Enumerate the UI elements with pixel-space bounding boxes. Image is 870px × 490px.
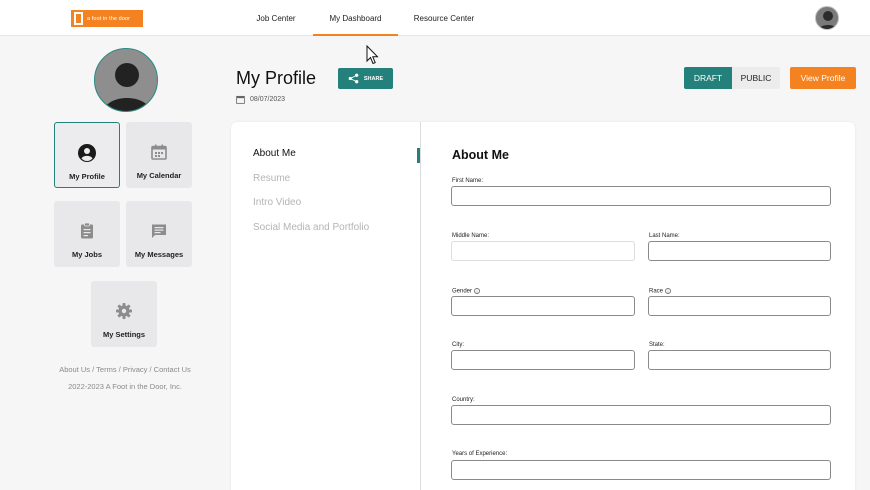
- nav-my-dashboard[interactable]: My Dashboard: [313, 0, 398, 36]
- person-icon: [103, 63, 151, 111]
- section-resume[interactable]: Resume: [253, 173, 290, 184]
- sidebar-tile-my-calendar[interactable]: My Calendar: [126, 122, 192, 188]
- country-field[interactable]: [451, 405, 831, 425]
- sidebar-tile-my-jobs[interactable]: My Jobs: [54, 201, 120, 267]
- section-about-me[interactable]: About Me: [253, 148, 296, 159]
- user-avatar[interactable]: [815, 6, 839, 30]
- section-intro-video[interactable]: Intro Video: [253, 197, 301, 208]
- top-navigation-bar: a foot in the door Job Center My Dashboa…: [0, 0, 870, 36]
- calendar-icon: [149, 142, 169, 162]
- years-experience-label: Years of Experience:: [452, 451, 508, 457]
- gender-label: Gender i: [452, 288, 481, 295]
- mouse-cursor-icon: [366, 45, 379, 65]
- state-label: State:: [649, 342, 665, 348]
- share-icon: [348, 73, 359, 84]
- sidebar-tile-my-messages[interactable]: My Messages: [126, 201, 192, 267]
- info-icon[interactable]: i: [474, 288, 481, 294]
- nav-job-center[interactable]: Job Center: [245, 0, 307, 36]
- profile-avatar[interactable]: [94, 48, 158, 112]
- sidebar-tile-label: My Settings: [102, 330, 146, 339]
- person-icon: [818, 11, 838, 29]
- section-divider: [420, 122, 421, 490]
- gear-icon: [114, 301, 134, 321]
- share-button-label: SHARE: [363, 75, 384, 82]
- account-circle-icon: [77, 143, 97, 163]
- race-label-text: Race: [649, 288, 664, 295]
- active-section-indicator: [417, 148, 420, 163]
- copyright-text: 2022-2023 A Foot in the Door, Inc.: [68, 382, 182, 391]
- form-title: About Me: [452, 148, 509, 162]
- info-icon[interactable]: i: [665, 288, 672, 294]
- message-icon: [149, 221, 169, 241]
- race-label: Race i: [649, 288, 672, 295]
- brand-logo-text: a foot in the door: [87, 15, 131, 22]
- door-logo-icon: [74, 12, 83, 25]
- years-experience-field[interactable]: [451, 460, 831, 480]
- draft-toggle[interactable]: DRAFT: [684, 67, 732, 89]
- first-name-field[interactable]: [451, 186, 831, 206]
- brand-logo[interactable]: a foot in the door: [71, 10, 143, 27]
- race-field[interactable]: [648, 296, 831, 316]
- middle-name-label: Middle Name:: [452, 233, 490, 239]
- sidebar-tile-label: My Calendar: [136, 171, 182, 180]
- city-field[interactable]: [451, 350, 635, 370]
- gender-label-text: Gender: [452, 288, 473, 295]
- first-name-label: First Name:: [452, 178, 484, 184]
- sidebar-tile-my-profile[interactable]: My Profile: [54, 122, 120, 188]
- nav-resource-center[interactable]: Resource Center: [405, 0, 483, 36]
- calendar-icon: [236, 95, 245, 104]
- section-social-media-portfolio[interactable]: Social Media and Portfolio: [253, 222, 369, 233]
- clipboard-icon: [77, 221, 97, 241]
- sidebar-tile-label: My Jobs: [71, 250, 102, 259]
- sidebar-tile-my-settings[interactable]: My Settings: [91, 281, 157, 347]
- state-field[interactable]: [648, 350, 831, 370]
- share-button[interactable]: SHARE: [338, 68, 393, 89]
- city-label: City:: [452, 342, 464, 348]
- profile-date: 08/07/2023: [236, 95, 285, 104]
- profile-date-text: 08/07/2023: [250, 96, 286, 103]
- page-title: My Profile: [236, 68, 317, 88]
- gender-field[interactable]: [451, 296, 635, 316]
- middle-name-field[interactable]: [451, 241, 635, 261]
- last-name-field[interactable]: [648, 241, 831, 261]
- sidebar-tile-label: My Profile: [69, 172, 105, 181]
- country-label: Country:: [452, 397, 475, 403]
- last-name-label: Last Name:: [649, 233, 680, 239]
- view-profile-button[interactable]: View Profile: [790, 67, 856, 89]
- public-toggle[interactable]: PUBLIC: [732, 67, 780, 89]
- footer-links[interactable]: About Us / Terms / Privacy / Contact Us: [40, 365, 210, 374]
- sidebar-tile-label: My Messages: [134, 250, 184, 259]
